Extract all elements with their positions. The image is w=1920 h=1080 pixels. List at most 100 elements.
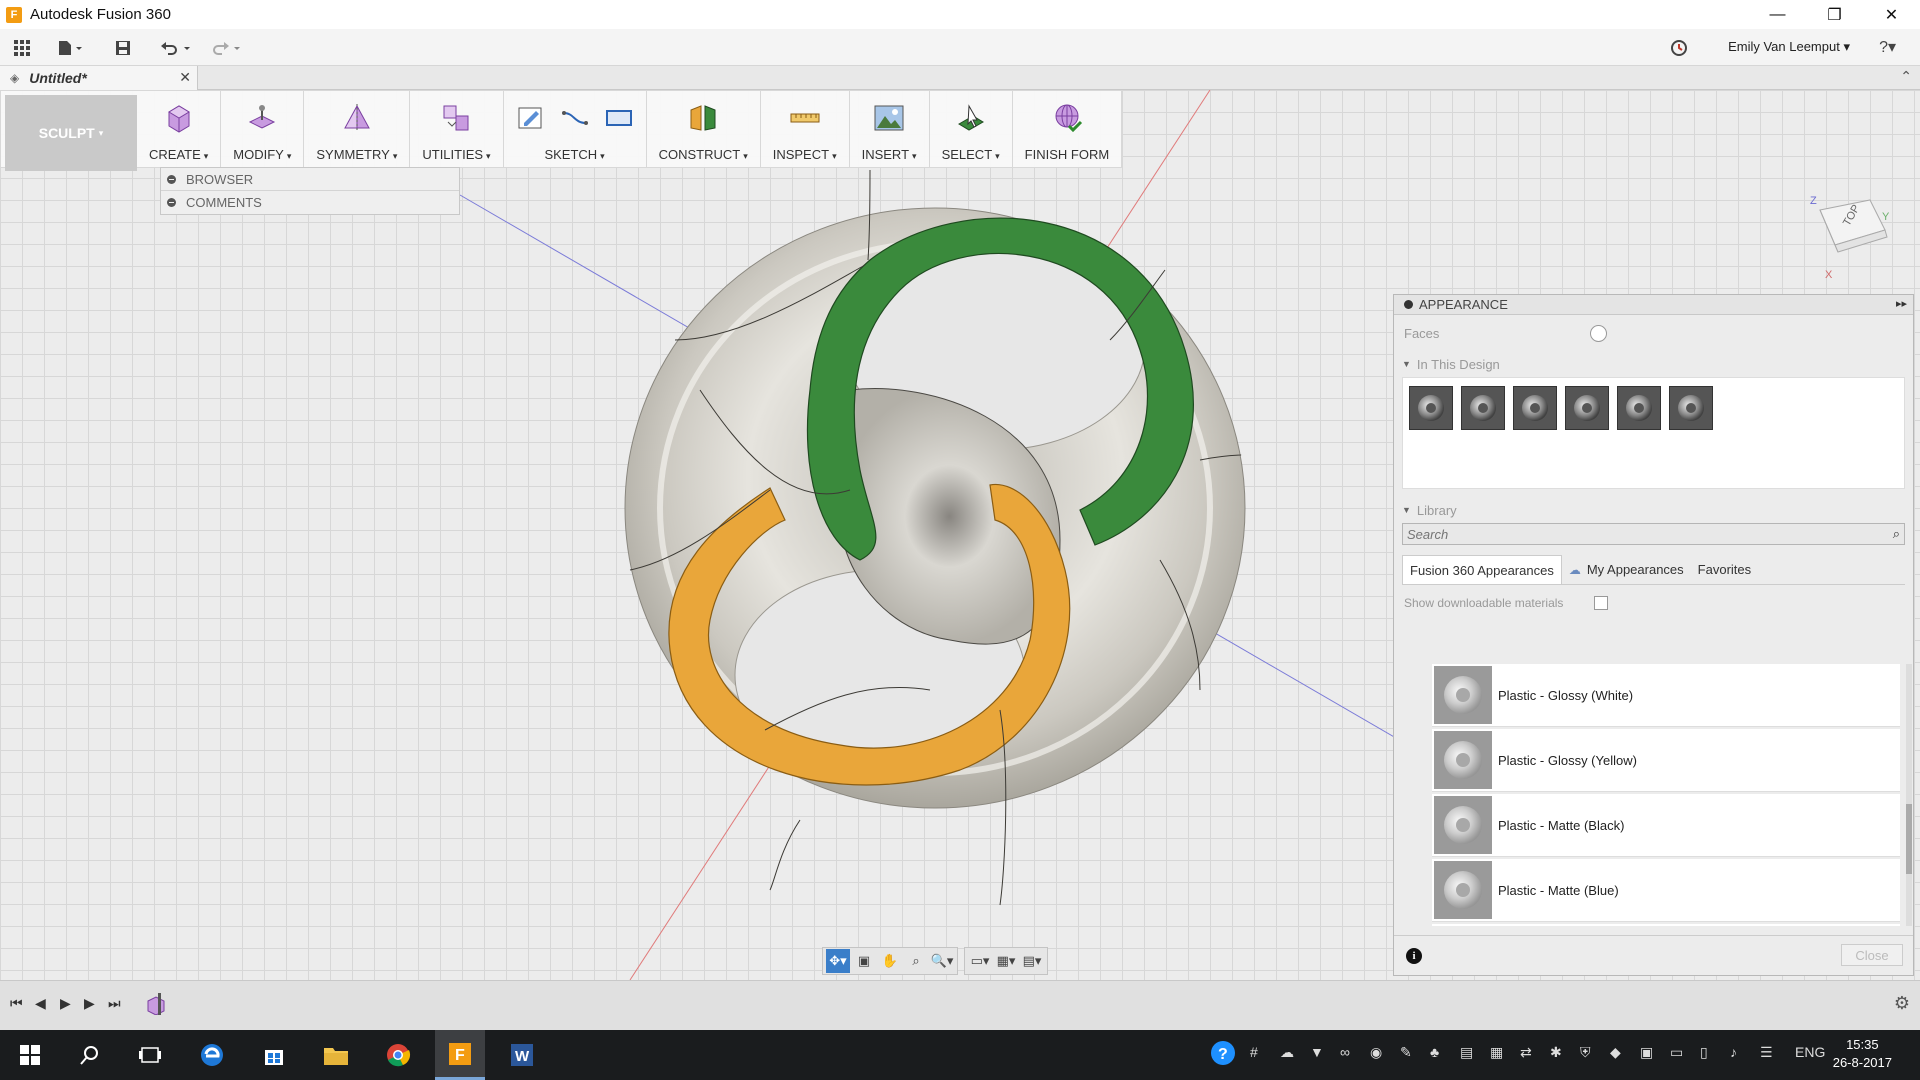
user-account-menu[interactable]: Emily Van Leemput ▾	[1728, 39, 1850, 55]
go-to-start-icon[interactable]: ⏮	[10, 995, 23, 1012]
notification-tray-icon[interactable]: ☰	[1760, 1044, 1773, 1061]
library-search-input[interactable]	[1403, 524, 1904, 544]
document-tab[interactable]: ◈ Untitled* ✕	[0, 66, 198, 90]
close-tab-icon[interactable]: ✕	[179, 69, 191, 86]
gear-icon[interactable]: ⚙	[1894, 993, 1910, 1014]
in-this-design-header[interactable]: ▼ In This Design	[1402, 351, 1913, 377]
expand-icon[interactable]	[167, 174, 176, 184]
shield-tray-icon[interactable]: ⛨	[1580, 1044, 1591, 1061]
ribbon-group-sketch[interactable]: SKETCH ▾	[504, 91, 647, 167]
play-icon[interactable]: ▶	[60, 995, 71, 1012]
file-explorer-icon[interactable]	[311, 1030, 361, 1080]
material-list[interactable]: Plastic - Glossy (White) Plastic - Gloss…	[1432, 664, 1900, 926]
save-icon[interactable]	[115, 37, 131, 59]
tab-fusion-360-appearances[interactable]: Fusion 360 Appearances	[1402, 555, 1562, 584]
ribbon-group-create[interactable]: CREATE ▾	[137, 91, 222, 167]
appearance-swatch[interactable]	[1461, 386, 1505, 430]
data-panel-grid-icon[interactable]	[14, 37, 30, 59]
fusion-360-taskbar-icon[interactable]: F	[435, 1030, 485, 1080]
battery-tray-icon[interactable]: ▯	[1700, 1044, 1708, 1061]
workspace-switcher[interactable]: SCULPT ▾	[5, 95, 137, 171]
taskbar-clock[interactable]: 15:35 26-8-2017	[1833, 1036, 1892, 1072]
store-icon[interactable]	[249, 1030, 299, 1080]
search-icon[interactable]: ⌕	[1893, 526, 1900, 542]
list-item[interactable]: Plastic - Matte (Blue)	[1432, 859, 1900, 922]
list-item[interactable]	[1432, 924, 1900, 926]
start-button[interactable]	[5, 1030, 55, 1080]
appearance-swatch[interactable]	[1669, 386, 1713, 430]
network-tray-icon[interactable]: ☁	[1280, 1044, 1294, 1061]
browser-row[interactable]: BROWSER	[161, 168, 459, 191]
help-icon[interactable]: ?▾	[1879, 37, 1896, 57]
close-window-button[interactable]: ✕	[1863, 0, 1920, 29]
creative-cloud-tray-icon[interactable]: ∞	[1340, 1044, 1350, 1060]
pdf-tray-icon[interactable]: ▤	[1460, 1044, 1473, 1061]
edge-browser-icon[interactable]	[187, 1030, 237, 1080]
app-tray-icon[interactable]: ✎	[1400, 1044, 1412, 1061]
library-header[interactable]: ▼ Library	[1402, 497, 1913, 523]
tab-my-appearances[interactable]: ☁ My Appearances	[1562, 555, 1691, 584]
appearance-swatch[interactable]	[1513, 386, 1557, 430]
ribbon-group-symmetry[interactable]: SYMMETRY ▾	[304, 91, 411, 167]
appearance-swatch[interactable]	[1617, 386, 1661, 430]
list-item[interactable]: Plastic - Matte (Black)	[1432, 794, 1900, 857]
zoom-icon[interactable]: ⌕	[904, 949, 928, 973]
close-button[interactable]: Close	[1841, 944, 1903, 966]
scrollbar-thumb[interactable]	[1906, 804, 1912, 874]
ribbon-group-construct[interactable]: CONSTRUCT ▾	[647, 91, 761, 167]
undo-icon[interactable]	[160, 37, 192, 59]
collapse-dot-icon[interactable]	[1404, 300, 1413, 309]
expand-icon[interactable]	[167, 198, 176, 207]
red-app-tray-icon[interactable]: ◆	[1610, 1044, 1621, 1061]
file-menu-icon[interactable]	[58, 37, 84, 59]
green-tray-icon[interactable]: ♣	[1430, 1044, 1439, 1060]
search-icon[interactable]	[65, 1030, 115, 1080]
volume-tray-icon[interactable]: ♪	[1730, 1044, 1737, 1060]
viewports-icon[interactable]: ▤▾	[1020, 949, 1044, 973]
collapse-tabs-icon[interactable]: ⌃	[1900, 68, 1912, 85]
ribbon-group-utilities[interactable]: UTILITIES ▾	[410, 91, 504, 167]
orbit-icon[interactable]: ✥▾	[826, 949, 850, 973]
minimize-button[interactable]: —	[1749, 0, 1806, 29]
list-item[interactable]: Plastic - Glossy (White)	[1432, 664, 1900, 727]
show-downloadable-checkbox[interactable]	[1594, 596, 1608, 610]
job-status-icon[interactable]	[1670, 37, 1688, 59]
grid-settings-icon[interactable]: ▦▾	[994, 949, 1018, 973]
help-tray-icon[interactable]: ?	[1210, 1041, 1236, 1069]
ribbon-group-modify[interactable]: MODIFY ▾	[221, 91, 305, 167]
material-list-scrollbar[interactable]	[1906, 664, 1912, 926]
filter-tray-icon[interactable]: ▼	[1310, 1044, 1324, 1060]
step-forward-icon[interactable]: ▶	[84, 995, 95, 1012]
task-view-icon[interactable]	[125, 1030, 175, 1080]
chrome-icon[interactable]	[373, 1030, 423, 1080]
timeline-form-feature-icon[interactable]	[146, 993, 166, 1015]
window-tray-icon[interactable]: ▣	[1640, 1044, 1653, 1061]
camera-tray-icon[interactable]: ◉	[1370, 1044, 1382, 1061]
pan-icon[interactable]: ✋	[878, 949, 902, 973]
ribbon-group-inspect[interactable]: INSPECT ▾	[761, 91, 850, 167]
fit-icon[interactable]: 🔍▾	[930, 949, 954, 973]
look-at-icon[interactable]: ▣	[852, 949, 876, 973]
tab-favorites[interactable]: Favorites	[1691, 555, 1758, 584]
ribbon-group-finish-form[interactable]: FINISH FORM	[1013, 91, 1122, 167]
bluetooth-tray-icon[interactable]: ✱	[1550, 1044, 1562, 1061]
illustrator-tray-icon[interactable]: ▦	[1490, 1044, 1503, 1061]
pin-panel-icon[interactable]: ▸▸	[1896, 297, 1907, 310]
info-icon[interactable]: i	[1406, 948, 1422, 964]
appearance-swatch[interactable]	[1409, 386, 1453, 430]
faces-radio[interactable]	[1590, 325, 1607, 342]
list-item[interactable]: Plastic - Glossy (Yellow)	[1432, 729, 1900, 792]
redo-icon[interactable]	[210, 37, 242, 59]
step-back-icon[interactable]: ◀	[35, 995, 46, 1012]
word-icon[interactable]: W	[497, 1030, 547, 1080]
appearance-swatch[interactable]	[1565, 386, 1609, 430]
go-to-end-icon[interactable]: ⏭	[108, 995, 121, 1012]
display-tray-icon[interactable]: ▭	[1670, 1044, 1683, 1061]
comments-row[interactable]: COMMENTS	[161, 191, 459, 214]
slack-tray-icon[interactable]: #	[1250, 1044, 1258, 1060]
sync-tray-icon[interactable]: ⇄	[1520, 1044, 1532, 1061]
viewcube[interactable]: TOP Z X Y	[1790, 190, 1890, 290]
appearance-header[interactable]: APPEARANCE ▸▸	[1394, 295, 1913, 315]
restore-button[interactable]: ❐	[1806, 0, 1863, 29]
ribbon-group-select[interactable]: SELECT ▾	[930, 91, 1013, 167]
